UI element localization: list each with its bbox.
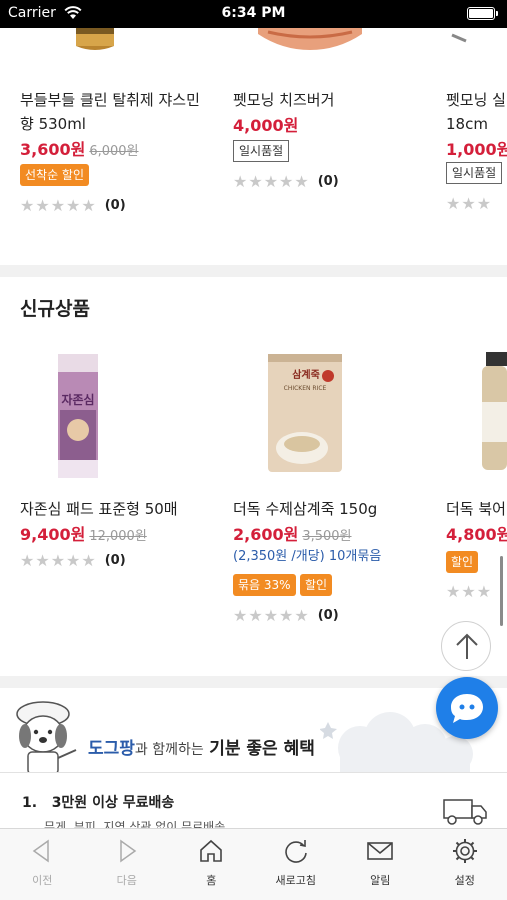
- thumb-label: 자존심: [61, 392, 94, 407]
- product-name-line2[interactable]: 18cm: [446, 112, 488, 136]
- rating: ★★★★★ (0): [233, 606, 339, 625]
- discount-badge: 선착순 할인: [20, 164, 90, 186]
- product-thumbnail[interactable]: 자존심: [56, 350, 100, 480]
- benefit-banner: 도그팡과 함께하는 기분 좋은 혜택: [0, 688, 507, 772]
- rating: ★★★★★ (0): [20, 551, 126, 570]
- price-value: 2,600원: [233, 525, 299, 544]
- bundle-discount-badge: 묶음 33%: [233, 574, 296, 596]
- benefit-item-number: 1.: [22, 795, 38, 811]
- back-arrow-icon: [32, 839, 49, 863]
- section-divider: [0, 676, 507, 688]
- home-label: 홈: [206, 874, 217, 887]
- mail-icon: [367, 842, 393, 860]
- notification-label: 알림: [370, 874, 391, 887]
- thumb-sublabel: CHICKEN RICE: [284, 385, 327, 392]
- rating: ★★★★★ (0): [233, 172, 339, 191]
- benefit-headline: 도그팡과 함께하는 기분 좋은 혜택: [88, 734, 315, 759]
- product-name[interactable]: 더독 북어: [446, 497, 506, 521]
- star-rating-icon: ★★★★★: [233, 172, 310, 191]
- back-button[interactable]: 이전: [0, 829, 85, 900]
- divider: [0, 772, 507, 773]
- product-thumbnail[interactable]: 삼계죽 CHICKEN RICE: [266, 352, 344, 474]
- review-count: (0): [104, 198, 126, 213]
- sold-out-badge: 일시품절: [446, 162, 503, 184]
- product-price: 1,000원: [446, 140, 507, 159]
- product-thumbnail[interactable]: [72, 28, 118, 52]
- back-label: 이전: [32, 874, 53, 887]
- section-title: 신규상품: [20, 298, 90, 320]
- product-name[interactable]: 펫모닝 치즈버거: [233, 88, 334, 112]
- product-price: 4,800원: [446, 525, 507, 544]
- home-icon: [200, 839, 222, 862]
- product-name[interactable]: 자존심 패드 표준형 50매: [20, 497, 178, 521]
- product-name[interactable]: 더독 수제삼계죽 150g: [233, 497, 377, 521]
- forward-label: 다음: [116, 874, 137, 887]
- review-count: (0): [317, 174, 339, 189]
- product-name[interactable]: 펫모닝 실: [446, 88, 506, 112]
- product-price: 4,000원: [233, 116, 299, 135]
- review-count: (0): [317, 608, 339, 623]
- unit-price: (2,350원 /개당) 10개묶음: [233, 549, 382, 564]
- benefit-strong-text: 기분 좋은 혜택: [209, 739, 315, 759]
- rating: ★★★: [446, 194, 492, 213]
- product-thumbnail[interactable]: [482, 352, 507, 472]
- star-rating-icon: ★★★★★: [233, 606, 310, 625]
- product-price: 2,600원 3,500원: [233, 521, 352, 545]
- scrollbar[interactable]: [500, 556, 503, 626]
- product-thumbnail[interactable]: [450, 28, 470, 43]
- status-time: 6:34 PM: [221, 5, 286, 21]
- arrow-up-icon: [456, 633, 478, 659]
- section-divider: [0, 265, 507, 277]
- refresh-icon: [284, 840, 307, 863]
- thumb-label: 삼계죽: [292, 368, 320, 381]
- star-rating-icon: ★★★: [446, 582, 493, 601]
- product-name-line2[interactable]: 향 530ml: [20, 112, 86, 136]
- settings-button[interactable]: 설정: [423, 829, 507, 900]
- product-thumbnail[interactable]: [258, 28, 362, 50]
- product-price: 9,400원 12,000원: [20, 521, 147, 545]
- star-rating-icon: ★★★★★: [20, 551, 97, 570]
- dog-mascot-icon: [16, 701, 77, 772]
- notification-button[interactable]: 알림: [338, 829, 423, 900]
- scroll-to-top-button[interactable]: [441, 621, 491, 671]
- star-rating-icon: ★★★: [446, 194, 493, 213]
- original-price: 6,000원: [89, 144, 139, 159]
- status-bar: Carrier 6:34 PM: [0, 0, 507, 28]
- product-price: 3,600원 6,000원: [20, 136, 139, 160]
- benefit-item-text: 3만원 이상 무료배송: [51, 795, 175, 811]
- price-value: 3,600원: [20, 140, 86, 159]
- original-price: 12,000원: [89, 529, 147, 544]
- discount-badge: 할인: [300, 574, 333, 596]
- chat-bubble-icon: [451, 694, 483, 723]
- discount-badge: 할인: [446, 551, 479, 573]
- star-rating-icon: ★★★★★: [20, 196, 97, 215]
- rating: ★★★★★ (0): [20, 196, 126, 215]
- forward-arrow-icon: [119, 839, 136, 863]
- chat-button[interactable]: [436, 677, 498, 739]
- settings-label: 설정: [454, 874, 475, 887]
- benefit-item-title: 1. 3만원 이상 무료배송: [22, 792, 174, 812]
- bottom-toolbar: 이전 다음 홈 새로고침 알림 설정: [0, 828, 507, 900]
- review-count: (0): [104, 553, 126, 568]
- gear-icon: [452, 839, 477, 863]
- product-name[interactable]: 부들부들 클린 탈취제 쟈스민: [20, 88, 200, 112]
- refresh-button[interactable]: 새로고침: [254, 829, 339, 900]
- benefit-middle-text: 과 함께하는: [134, 742, 204, 758]
- battery-icon: [467, 7, 498, 20]
- refresh-label: 새로고침: [275, 874, 316, 887]
- forward-button[interactable]: 다음: [85, 829, 170, 900]
- brand-name: 도그팡: [88, 739, 135, 759]
- sold-out-badge: 일시품절: [233, 140, 290, 162]
- rating: ★★★: [446, 582, 492, 601]
- price-value: 9,400원: [20, 525, 86, 544]
- home-button[interactable]: 홈: [169, 829, 254, 900]
- truck-icon: [443, 799, 487, 825]
- original-price: 3,500원: [302, 529, 352, 544]
